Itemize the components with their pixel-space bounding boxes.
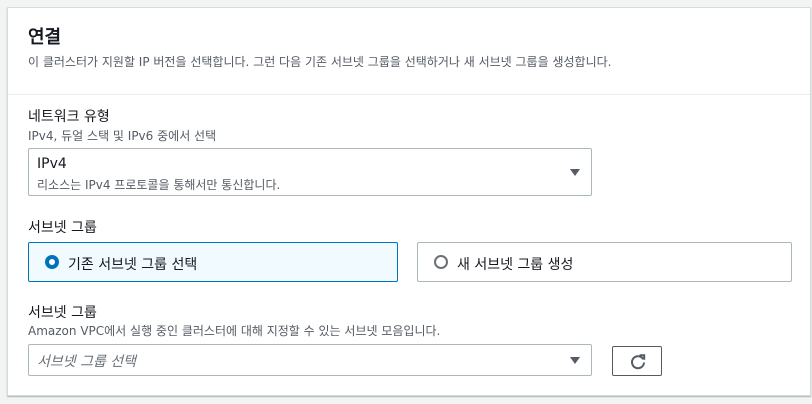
existing-subnet-group-option[interactable]: 기존 서브넷 그룹 선택 [28,242,398,282]
radio-selected-icon[interactable] [45,255,59,269]
subnet-group-help: Amazon VPC에서 실행 중인 클러스터에 대해 지정할 수 있는 서브넷… [28,324,441,338]
refresh-icon [631,354,646,370]
section-description: 이 클러스터가 지원할 IP 버전을 선택합니다. 그런 다음 기존 서브넷 그… [28,55,612,69]
subnet-group-select[interactable]: 서브넷 그룹 선택 [28,344,592,376]
existing-subnet-group-label: 기존 서브넷 그룹 선택 [68,257,198,273]
refresh-button[interactable] [612,346,662,376]
network-type-value-description: 리소스는 IPv4 프로토콜을 통해서만 통신합니다. [37,178,281,192]
section-title: 연결 [28,27,62,48]
network-type-label: 네트워크 유형 [28,109,110,125]
subnet-group-placeholder: 서브넷 그룹 선택 [37,354,137,370]
subnet-group-label: 서브넷 그룹 [28,305,97,321]
caret-down-icon [570,357,580,364]
subnet-group-choice-label: 서브넷 그룹 [28,220,97,236]
radio-unselected-icon[interactable] [434,255,448,269]
header-divider [8,94,810,95]
connection-panel: 연결 이 클러스터가 지원할 IP 버전을 선택합니다. 그런 다음 기존 서브… [7,7,811,396]
network-type-value: IPv4 [37,156,67,172]
network-type-help: IPv4, 듀얼 스택 및 IPv6 중에서 선택 [28,129,217,143]
panel-header: 연결 이 클러스터가 지원할 IP 버전을 선택합니다. 그런 다음 기존 서브… [28,26,790,70]
caret-down-icon [570,169,580,176]
network-type-select[interactable]: IPv4 리소스는 IPv4 프로토콜을 통해서만 통신합니다. [28,148,592,196]
new-subnet-group-option[interactable]: 새 서브넷 그룹 생성 [417,242,792,282]
new-subnet-group-label: 새 서브넷 그룹 생성 [457,257,574,273]
